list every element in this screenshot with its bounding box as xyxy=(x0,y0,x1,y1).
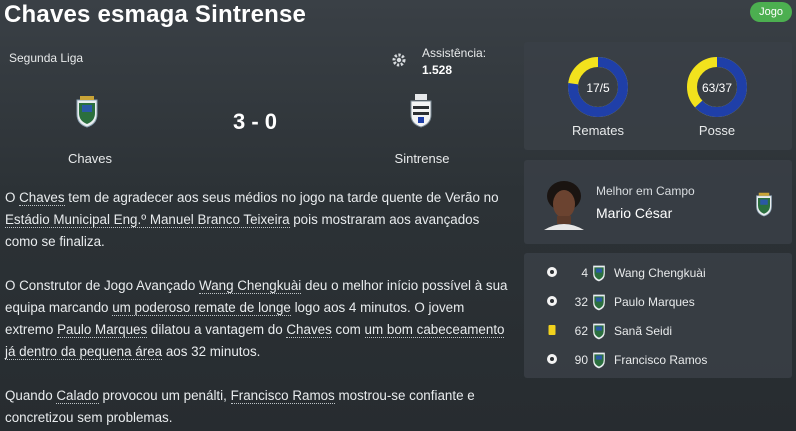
possession-label: Posse xyxy=(698,123,736,138)
page-title: Chaves esmaga Sintrense xyxy=(4,1,307,28)
stats-panel: 17/5 63/37 Remates Posse xyxy=(524,42,792,150)
chaves-crest-icon xyxy=(756,192,772,217)
report-text: provocou um penálti, xyxy=(98,388,231,403)
report-text: dilatou a vantagem do xyxy=(147,322,287,337)
player-link[interactable]: Wang Chengkuài xyxy=(199,278,302,294)
report-text: O Construtor de Jogo Avançado xyxy=(5,278,200,293)
attendance-label: Assistência: xyxy=(422,46,487,60)
chaves-crest-icon[interactable] xyxy=(75,94,99,128)
event-minute: 32 xyxy=(574,295,588,309)
shots-value: 17/5 xyxy=(586,81,610,95)
motm-player-name[interactable]: Mario César xyxy=(596,205,672,221)
event-minute: 90 xyxy=(574,353,588,367)
report-text: com xyxy=(331,322,365,337)
chaves-crest-icon xyxy=(593,265,605,282)
away-team-name[interactable]: Sintrense xyxy=(372,151,472,166)
report-text: aos 32 minutos. xyxy=(162,344,261,359)
report-text: tem de agradecer aos seus médios no jogo… xyxy=(64,190,499,205)
ball-icon xyxy=(547,354,557,364)
score: 3 - 0 xyxy=(232,109,278,134)
sintrense-crest-icon[interactable] xyxy=(409,94,433,128)
team-link[interactable]: Chaves xyxy=(286,322,332,338)
event-player[interactable]: Francisco Ramos xyxy=(614,353,707,367)
player-link[interactable]: Calado xyxy=(56,388,99,404)
player-link[interactable]: Paulo Marques xyxy=(57,322,148,338)
events-panel: 4 Wang Chengkuài 32 Paulo Marques 62 San… xyxy=(524,253,792,378)
report-paragraph: O Chaves tem de agradecer aos seus médio… xyxy=(5,187,515,253)
event-player[interactable]: Wang Chengkuài xyxy=(614,266,706,280)
event-row[interactable]: 32 Paulo Marques xyxy=(524,290,792,314)
event-row[interactable]: 4 Wang Chengkuài xyxy=(524,261,792,285)
league-name[interactable]: Segunda Liga xyxy=(9,51,83,65)
shots-donut[interactable]: 17/5 xyxy=(567,56,629,118)
motm-label: Melhor em Campo xyxy=(596,184,695,198)
home-team-name[interactable]: Chaves xyxy=(40,151,140,166)
chaves-crest-icon xyxy=(593,294,605,311)
report-text: O xyxy=(5,190,20,205)
gear-icon xyxy=(392,53,406,67)
match-badge[interactable]: Jogo xyxy=(750,2,792,22)
man-of-the-match-panel[interactable]: Melhor em Campo Mario César xyxy=(524,160,792,244)
goal-link[interactable]: um poderoso remate de longe xyxy=(112,300,291,316)
match-report: O Chaves tem de agradecer aos seus médio… xyxy=(5,187,515,431)
stadium-link[interactable]: Estádio Municipal Eng.º Manuel Branco Te… xyxy=(5,212,290,228)
player-link[interactable]: Francisco Ramos xyxy=(230,388,335,404)
possession-value: 63/37 xyxy=(702,81,732,95)
ball-icon xyxy=(547,267,557,277)
event-minute: 62 xyxy=(574,324,588,338)
report-text: Quando xyxy=(5,388,57,403)
possession-donut[interactable]: 63/37 xyxy=(686,56,748,118)
report-paragraph: Quando Calado provocou um penálti, Franc… xyxy=(5,385,515,429)
attendance-value: 1.528 xyxy=(422,63,453,77)
event-row[interactable]: 90 Francisco Ramos xyxy=(524,348,792,372)
ball-icon xyxy=(547,296,557,306)
report-paragraph: O Construtor de Jogo Avançado Wang Cheng… xyxy=(5,275,515,363)
chaves-crest-icon xyxy=(593,352,605,369)
event-player[interactable]: Sanã Seidi xyxy=(614,324,672,338)
shots-label: Remates xyxy=(571,123,625,138)
team-link[interactable]: Chaves xyxy=(19,190,65,206)
player-avatar[interactable] xyxy=(540,178,588,230)
event-minute: 4 xyxy=(581,266,588,280)
yellow-card-icon xyxy=(548,325,556,335)
event-row[interactable]: 62 Sanã Seidi xyxy=(524,319,792,343)
event-player[interactable]: Paulo Marques xyxy=(614,295,695,309)
chaves-crest-icon xyxy=(593,323,605,340)
